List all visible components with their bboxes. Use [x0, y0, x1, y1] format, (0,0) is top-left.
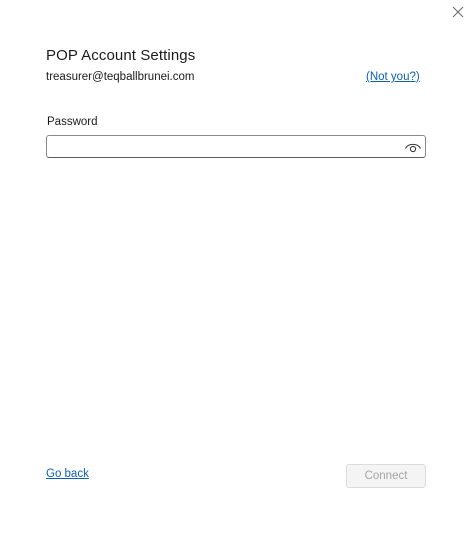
dialog-title: POP Account Settings	[46, 47, 196, 64]
connect-button[interactable]: Connect	[346, 464, 426, 488]
eye-icon	[404, 143, 422, 153]
close-icon	[452, 6, 464, 18]
not-you-link[interactable]: (Not you?)	[366, 71, 420, 83]
password-input[interactable]	[47, 136, 397, 157]
go-back-link[interactable]: Go back	[46, 468, 89, 480]
password-field[interactable]	[46, 135, 426, 158]
password-label: Password	[47, 116, 98, 128]
account-email: treasurer@teqballbrunei.com	[46, 71, 195, 83]
pop-account-settings-dialog: POP Account Settings treasurer@teqballbr…	[0, 0, 473, 546]
reveal-password-button[interactable]	[404, 140, 422, 154]
close-button[interactable]	[451, 5, 465, 19]
